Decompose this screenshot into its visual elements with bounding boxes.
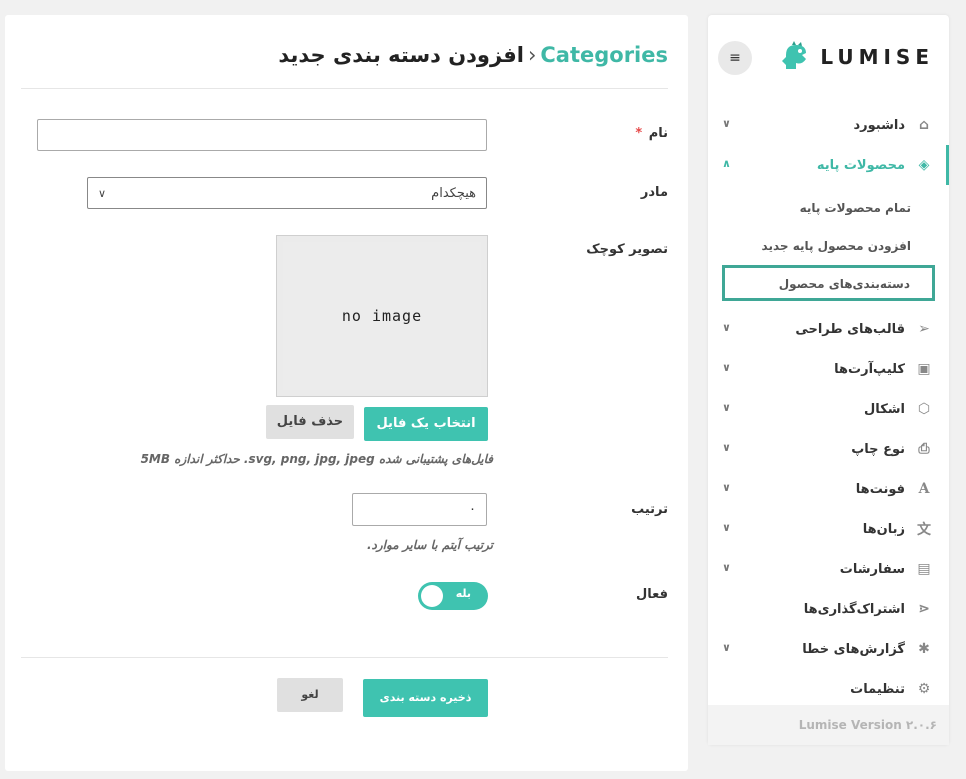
image-icon: ▣ bbox=[917, 361, 931, 377]
submenu-item-all-products[interactable]: تمام محصولات پایه bbox=[708, 189, 949, 227]
file-support-hint: فایل‌های پشتیبانی شده svg, png, jpg, jpe… bbox=[140, 452, 493, 466]
sidebar-item-fonts[interactable]: A فونت‌ها ∨ bbox=[708, 469, 949, 509]
choose-file-button[interactable]: انتخاب یک فایل bbox=[364, 407, 488, 441]
sidebar-item-base-products[interactable]: ◈ محصولات پایه ∧ bbox=[708, 145, 949, 185]
sidebar-item-label: داشبورد bbox=[853, 117, 905, 133]
breadcrumb-separator: ‹ bbox=[527, 43, 537, 67]
page-title-text: افزودن دسته بندی جدید bbox=[278, 43, 524, 67]
divider bbox=[21, 657, 668, 658]
order-input[interactable] bbox=[352, 493, 487, 526]
lumise-logo[interactable]: LUMISE bbox=[778, 39, 934, 75]
sidebar-item-print-types[interactable]: ⎙ نوع چاپ ∨ bbox=[708, 429, 949, 469]
breadcrumb-categories[interactable]: Categories bbox=[540, 43, 668, 67]
version-label: Lumise Version ۲.۰.۶ bbox=[708, 705, 949, 745]
no-image-text: no image bbox=[341, 307, 423, 325]
parent-select-value: هیچکدام bbox=[431, 185, 476, 201]
cancel-button[interactable]: لغو bbox=[277, 678, 343, 712]
active-label: فعال bbox=[635, 587, 668, 602]
sidebar-item-languages[interactable]: 文 زبان‌ها ∨ bbox=[708, 509, 949, 549]
sidebar-item-label: اشتراک‌گذاری‌ها bbox=[803, 601, 905, 617]
thumbnail-label: تصویر کوچک bbox=[586, 242, 668, 257]
sidebar: LUMISE ≡ ⌂ داشبورد ∨ ◈ محصولات پایه ∧ تم… bbox=[708, 15, 949, 745]
chevron-down-icon: ∨ bbox=[722, 641, 731, 654]
sidebar-item-label: قالب‌های طراحی bbox=[795, 321, 905, 337]
save-category-button[interactable]: ذخیره دسته بندی bbox=[363, 679, 488, 717]
toggle-text: بله bbox=[455, 587, 471, 600]
sidebar-item-shapes[interactable]: ⬡ اشکال ∨ bbox=[708, 389, 949, 429]
divider bbox=[21, 88, 668, 89]
sidebar-item-label: سفارشات bbox=[839, 561, 905, 577]
font-icon: A bbox=[918, 481, 930, 497]
thumbnail-preview: no image bbox=[276, 235, 488, 397]
sidebar-item-label: تنظیمات bbox=[850, 681, 905, 697]
share-icon: ⋖ bbox=[918, 601, 930, 617]
toggle-knob bbox=[421, 585, 443, 607]
submenu-item-add-product[interactable]: افزودن محصول پایه جدید bbox=[708, 227, 949, 265]
home-icon: ⌂ bbox=[918, 117, 930, 133]
parent-label: مادر bbox=[640, 185, 668, 200]
chevron-down-icon: ∨ bbox=[722, 321, 731, 334]
sidebar-item-label: اشکال bbox=[864, 401, 905, 417]
paper-plane-icon: ➢ bbox=[918, 321, 930, 337]
chevron-down-icon: ∨ bbox=[98, 186, 107, 200]
sidebar-item-shares[interactable]: ⋖ اشتراک‌گذاری‌ها bbox=[708, 589, 949, 629]
sidebar-item-dashboard[interactable]: ⌂ داشبورد ∨ bbox=[708, 105, 949, 145]
sidebar-item-design-templates[interactable]: ➢ قالب‌های طراحی ∨ bbox=[708, 309, 949, 349]
chevron-down-icon: ∨ bbox=[722, 401, 731, 414]
remove-file-button[interactable]: حذف فایل bbox=[266, 405, 354, 439]
parent-select[interactable]: هیچکدام ∨ bbox=[87, 177, 487, 209]
bug-icon: ✱ bbox=[918, 641, 930, 657]
order-hint: ترتیب آیتم با سایر موارد. bbox=[366, 538, 493, 552]
language-icon: 文 bbox=[917, 522, 931, 538]
sidebar-item-label: فونت‌ها bbox=[855, 481, 905, 497]
bag-icon: ▤ bbox=[917, 561, 931, 577]
chevron-down-icon: ∨ bbox=[722, 361, 731, 374]
chevron-down-icon: ∨ bbox=[722, 117, 731, 130]
sidebar-item-orders[interactable]: ▤ سفارشات ∨ bbox=[708, 549, 949, 589]
logo-text: LUMISE bbox=[820, 45, 934, 69]
box-icon: ⬡ bbox=[917, 401, 931, 417]
sidebar-nav: ⌂ داشبورد ∨ ◈ محصولات پایه ∧ تمام محصولا… bbox=[708, 105, 949, 709]
order-label: ترتیب bbox=[631, 502, 668, 517]
page-title: Categories‹افزودن دسته بندی جدید bbox=[278, 43, 668, 67]
sidebar-item-label: کلیپ‌آرت‌ها bbox=[834, 361, 905, 377]
sidebar-item-label: گزارش‌های خطا bbox=[802, 641, 905, 657]
sidebar-item-label: زبان‌ها bbox=[862, 521, 905, 537]
sidebar-item-cliparts[interactable]: ▣ کلیپ‌آرت‌ها ∨ bbox=[708, 349, 949, 389]
name-label: نام * bbox=[635, 126, 668, 141]
required-mark: * bbox=[635, 126, 643, 141]
menu-toggle-button[interactable]: ≡ bbox=[718, 41, 752, 75]
main-panel: Categories‹افزودن دسته بندی جدید نام * م… bbox=[5, 15, 688, 771]
sidebar-item-settings[interactable]: ⚙ تنظیمات bbox=[708, 669, 949, 709]
gear-icon: ⚙ bbox=[917, 681, 931, 697]
name-input[interactable] bbox=[37, 119, 487, 151]
sidebar-header: LUMISE ≡ bbox=[708, 15, 949, 105]
chevron-down-icon: ∨ bbox=[722, 561, 731, 574]
chevron-down-icon: ∨ bbox=[722, 521, 731, 534]
printer-icon: ⎙ bbox=[918, 441, 930, 457]
sidebar-item-bug-reports[interactable]: ✱ گزارش‌های خطا ∨ bbox=[708, 629, 949, 669]
base-products-submenu: تمام محصولات پایه افزودن محصول پایه جدید… bbox=[708, 185, 949, 309]
chevron-down-icon: ∨ bbox=[722, 441, 731, 454]
chevron-up-icon: ∧ bbox=[722, 157, 731, 170]
submenu-item-product-categories[interactable]: دسته‌بندی‌های محصول bbox=[722, 265, 935, 301]
name-label-text: نام bbox=[648, 126, 668, 141]
chevron-down-icon: ∨ bbox=[722, 481, 731, 494]
active-toggle[interactable]: بله bbox=[418, 582, 488, 610]
sidebar-item-label: محصولات پایه bbox=[816, 157, 905, 173]
sidebar-item-label: نوع چاپ bbox=[851, 441, 905, 457]
hamburger-icon: ≡ bbox=[729, 50, 741, 66]
cube-icon: ◈ bbox=[918, 157, 930, 173]
dinosaur-logo-icon bbox=[782, 41, 807, 69]
